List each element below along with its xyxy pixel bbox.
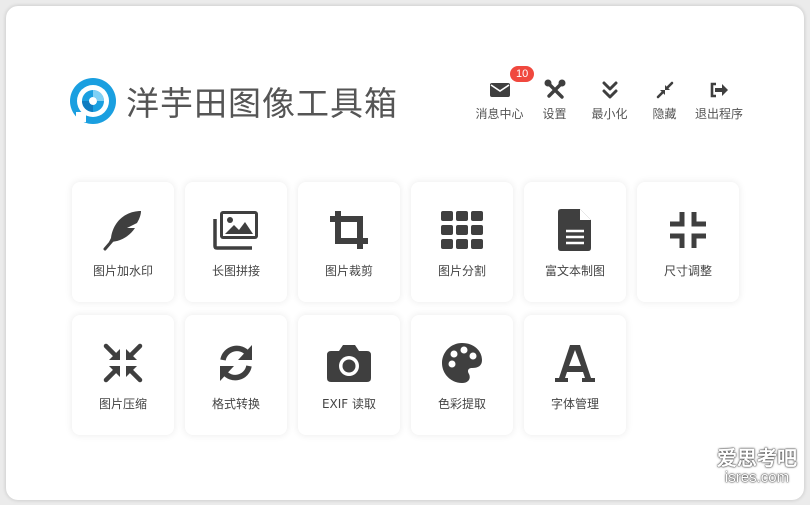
compress-arrows-icon: [72, 341, 174, 385]
watermark-text: 爱思考吧: [717, 446, 797, 470]
tool-watermark[interactable]: 图片加水印: [72, 182, 174, 302]
tool-rich-text[interactable]: 富文本制图: [524, 182, 626, 302]
tool-label: EXIF 读取: [321, 397, 377, 411]
minimize-label: 最小化: [591, 107, 628, 121]
top-toolbar: 10 消息中心 设置 最小化 隐藏 退出程序: [472, 66, 746, 128]
watermark: 爱思考吧 isres.com: [712, 446, 802, 486]
tool-label: 尺寸调整: [663, 264, 712, 278]
tool-label: 字体管理: [550, 397, 599, 411]
font-icon: [524, 341, 626, 385]
tool-label: 图片分割: [437, 264, 486, 278]
exit-button[interactable]: 退出程序: [692, 78, 746, 128]
tool-color-extract[interactable]: 色彩提取: [411, 315, 513, 435]
tool-long-image-stitch[interactable]: 长图拼接: [185, 182, 287, 302]
tool-font-manage[interactable]: 字体管理: [524, 315, 626, 435]
tool-label: 色彩提取: [437, 397, 486, 411]
tool-label: 长图拼接: [211, 264, 260, 278]
tool-label: 图片压缩: [98, 397, 147, 411]
tool-label: 图片裁剪: [324, 264, 373, 278]
tool-label: 富文本制图: [544, 264, 605, 278]
tool-split[interactable]: 图片分割: [411, 182, 513, 302]
settings-label: 设置: [542, 107, 567, 121]
tool-format-convert[interactable]: 格式转换: [185, 315, 287, 435]
palette-icon: [411, 341, 513, 385]
tool-exif-read[interactable]: EXIF 读取: [298, 315, 400, 435]
camera-icon: [298, 341, 400, 385]
tool-label: 图片加水印: [92, 264, 153, 278]
app-logo-icon: [68, 76, 118, 126]
exit-label: 退出程序: [694, 107, 743, 121]
settings-button[interactable]: 设置: [527, 78, 582, 128]
sign-out-icon: [709, 78, 729, 102]
message-center-button[interactable]: 10 消息中心: [472, 66, 535, 128]
hide-label: 隐藏: [652, 107, 677, 121]
compress-arrows-icon: [656, 78, 674, 102]
app-title: 洋芋田图像工具箱: [126, 84, 398, 123]
tool-compress[interactable]: 图片压缩: [72, 315, 174, 435]
double-chevron-down-icon: [602, 78, 618, 102]
tool-crop[interactable]: 图片裁剪: [298, 182, 400, 302]
images-icon: [185, 208, 287, 252]
app-window: 洋芋田图像工具箱 10 消息中心 设置 最小化 隐藏 退出程序 图片加水印 长图…: [6, 6, 804, 500]
brand: 洋芋田图像工具箱: [68, 76, 398, 126]
sync-icon: [185, 341, 287, 385]
hide-button[interactable]: 隐藏: [637, 78, 692, 128]
message-center-label: 消息中心: [475, 107, 524, 121]
tool-resize[interactable]: 尺寸调整: [637, 182, 739, 302]
minimize-button[interactable]: 最小化: [582, 78, 637, 128]
document-icon: [524, 208, 626, 252]
crop-icon: [298, 208, 400, 252]
watermark-url: isres.com: [724, 469, 790, 486]
grid-icon: [411, 208, 513, 252]
feather-icon: [72, 208, 174, 252]
tool-label: 格式转换: [211, 397, 260, 411]
tools-icon: [544, 78, 566, 102]
compress-corners-icon: [637, 208, 739, 252]
envelope-icon: [489, 78, 510, 102]
